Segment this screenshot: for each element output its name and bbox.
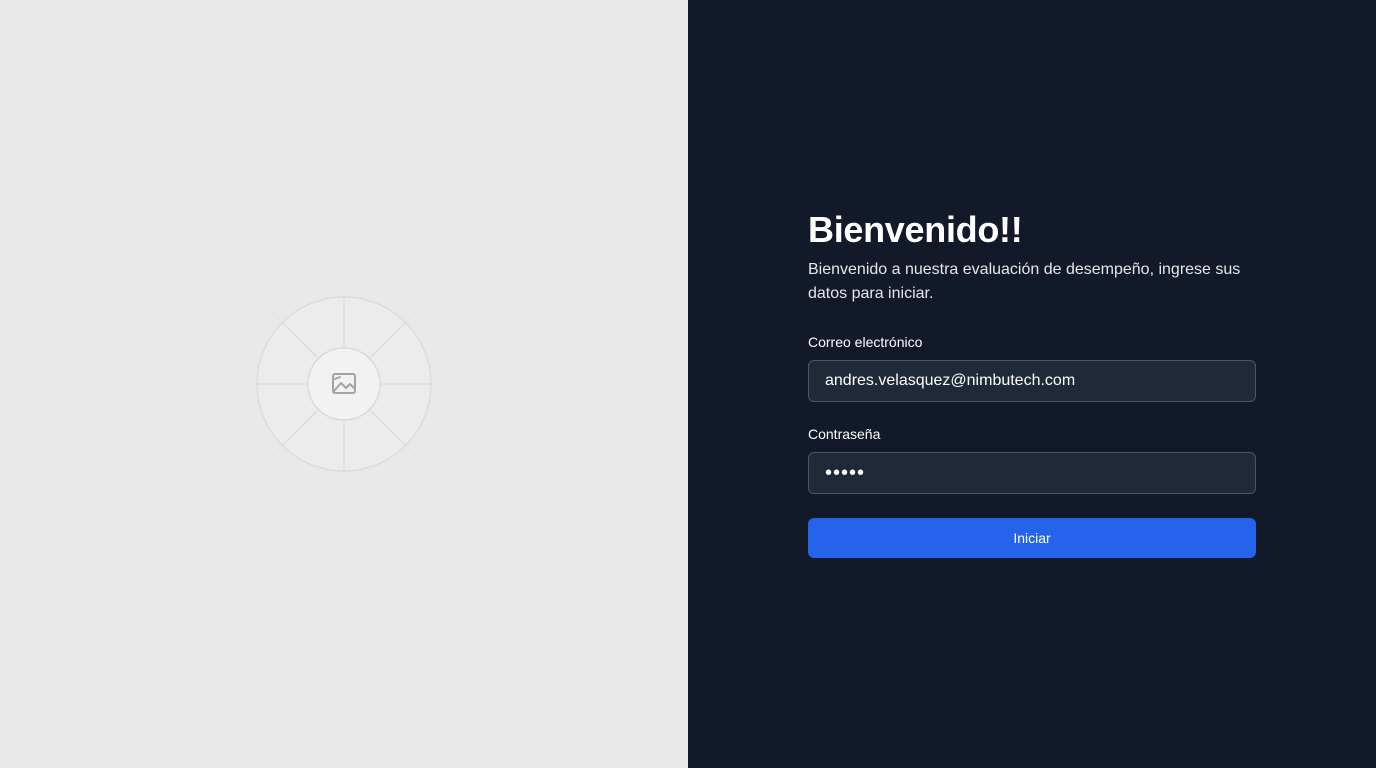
- email-label: Correo electrónico: [808, 334, 923, 350]
- image-placeholder: [224, 264, 464, 504]
- submit-button[interactable]: Iniciar: [808, 518, 1256, 558]
- login-panel: Bienvenido!! Bienvenido a nuestra evalua…: [688, 0, 1376, 768]
- login-form: Bienvenido!! Bienvenido a nuestra evalua…: [808, 208, 1256, 558]
- page-title: Bienvenido!!: [808, 209, 1023, 250]
- password-label: Contraseña: [808, 426, 881, 442]
- page-subtitle: Bienvenido a nuestra evaluación de desem…: [808, 261, 1241, 302]
- email-field[interactable]: [808, 360, 1256, 402]
- illustration-panel: [0, 0, 688, 768]
- password-field[interactable]: [808, 452, 1256, 494]
